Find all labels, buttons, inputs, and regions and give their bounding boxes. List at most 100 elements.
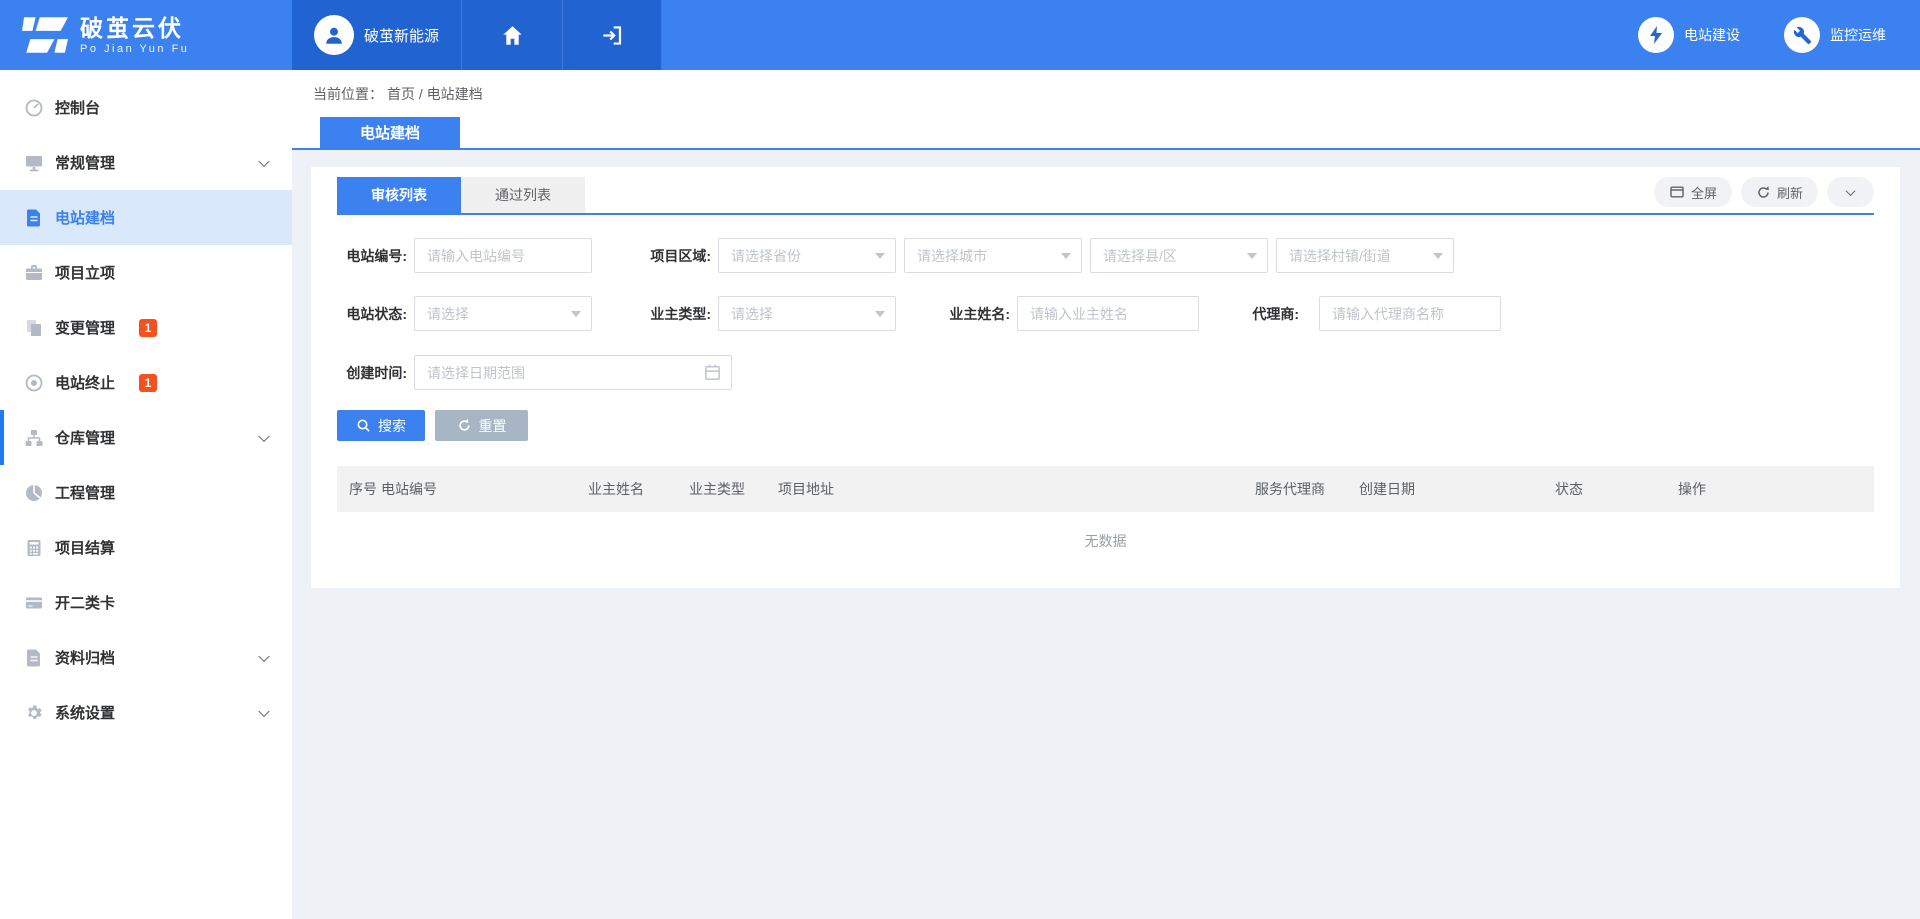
sidebar: 控制台 常规管理 电站建档 项目立项	[0, 70, 292, 919]
briefcase-icon	[24, 263, 44, 283]
chevron-down-icon	[258, 155, 269, 166]
col-station-no: 电站编号	[381, 479, 588, 499]
sign-in-button[interactable]	[563, 0, 662, 70]
col-address: 项目地址	[778, 479, 1255, 499]
station-no-input[interactable]	[414, 238, 592, 273]
col-owner-name: 业主姓名	[588, 479, 689, 499]
owner-type-select[interactable]: 请选择	[718, 296, 896, 331]
file-icon	[24, 648, 44, 668]
date-range-picker[interactable]	[414, 355, 732, 390]
chevron-down-icon	[258, 650, 269, 661]
user-avatar-icon	[314, 15, 354, 55]
sidebar-item-engineering-mgmt[interactable]: 工程管理	[0, 465, 292, 520]
province-select[interactable]: 请选择省份	[718, 238, 896, 273]
page-tab-station-archive[interactable]: 电站建档	[320, 117, 460, 148]
wrench-icon	[1784, 17, 1820, 53]
lightning-icon	[1638, 17, 1674, 53]
chevron-down-icon	[1846, 186, 1856, 196]
sidebar-item-station-archive[interactable]: 电站建档	[0, 190, 292, 245]
brand-logo: 破茧云伏 Po Jian Yun Fu	[0, 0, 292, 70]
credit-card-icon	[24, 593, 44, 613]
station-build-nav[interactable]: 电站建设	[1638, 17, 1740, 53]
district-select[interactable]: 请选择县/区	[1090, 238, 1268, 273]
caret-down-icon	[1061, 253, 1071, 259]
caret-down-icon	[875, 311, 885, 317]
station-status-label: 电站状态:	[337, 304, 407, 324]
content-card: 审核列表 通过列表 全屏 刷新	[311, 167, 1900, 588]
sidebar-item-data-archive[interactable]: 资料归档	[0, 630, 292, 685]
col-actions: 操作	[1678, 479, 1874, 499]
chevron-down-icon	[258, 705, 269, 716]
brand-title: 破茧云伏	[80, 15, 189, 41]
monitor-ops-nav[interactable]: 监控运维	[1784, 17, 1886, 53]
sidebar-item-warehouse-mgmt[interactable]: 仓库管理	[0, 410, 292, 465]
company-name: 破茧新能源	[364, 25, 439, 46]
collapse-button[interactable]	[1827, 177, 1874, 207]
tab-review-list[interactable]: 审核列表	[337, 177, 461, 213]
search-icon	[356, 418, 371, 433]
owner-name-label: 业主姓名:	[940, 304, 1010, 324]
brand-subtitle: Po Jian Yun Fu	[80, 43, 189, 55]
breadcrumb-path[interactable]: 首页 / 电站建档	[387, 84, 483, 104]
refresh-button[interactable]: 刷新	[1741, 177, 1818, 207]
station-termination-badge: 1	[139, 374, 157, 392]
sidebar-item-system-settings[interactable]: 系统设置	[0, 685, 292, 740]
card-tab-bar: 审核列表 通过列表 全屏 刷新	[337, 177, 1874, 215]
home-icon	[501, 24, 524, 47]
sign-in-icon	[601, 24, 624, 47]
date-range-input[interactable]	[414, 355, 732, 390]
topbar: 当前位置： 首页 / 电站建档 电站建档	[292, 70, 1920, 150]
agent-label: 代理商:	[1239, 304, 1299, 324]
sidebar-item-general-mgmt[interactable]: 常规管理	[0, 135, 292, 190]
reset-button[interactable]: 重置	[435, 410, 528, 441]
col-owner-type: 业主类型	[689, 479, 778, 499]
header-nav: 破茧新能源	[292, 0, 662, 70]
sidebar-item-change-mgmt[interactable]: 变更管理 1	[0, 300, 292, 355]
gear-icon	[24, 703, 44, 723]
main-area: 当前位置： 首页 / 电站建档 电站建档 审核列表 通过列表 全屏	[292, 70, 1920, 919]
sidebar-item-console[interactable]: 控制台	[0, 80, 292, 135]
calculator-icon	[24, 538, 44, 558]
monitor-icon	[24, 153, 44, 173]
col-agent: 服务代理商	[1255, 479, 1359, 499]
agent-input[interactable]	[1319, 296, 1501, 331]
caret-down-icon	[875, 253, 885, 259]
header-right-nav: 电站建设 监控运维	[1638, 0, 1920, 70]
create-time-label: 创建时间:	[337, 363, 407, 383]
search-button[interactable]: 搜索	[337, 410, 425, 441]
owner-name-input[interactable]	[1017, 296, 1199, 331]
refresh-icon	[1756, 185, 1771, 200]
town-select[interactable]: 请选择村镇/街道	[1276, 238, 1454, 273]
sitemap-icon	[24, 428, 44, 448]
col-create-date: 创建日期	[1359, 479, 1555, 499]
document-icon	[24, 208, 44, 228]
user-menu[interactable]: 破茧新能源	[292, 0, 462, 70]
caret-down-icon	[1247, 253, 1257, 259]
station-status-select[interactable]: 请选择	[414, 296, 592, 331]
home-button[interactable]	[462, 0, 563, 70]
sidebar-item-station-termination[interactable]: 电站终止 1	[0, 355, 292, 410]
chevron-down-icon	[258, 430, 269, 441]
station-no-label: 电站编号:	[337, 246, 407, 266]
dashboard-icon	[24, 98, 44, 118]
calendar-icon	[703, 363, 722, 382]
caret-down-icon	[571, 311, 581, 317]
pie-chart-icon	[24, 483, 44, 503]
fullscreen-button[interactable]: 全屏	[1654, 177, 1732, 207]
tab-passed-list[interactable]: 通过列表	[461, 177, 585, 213]
results-table: 序号 电站编号 业主姓名 业主类型 项目地址 服务代理商 创建日期 状态 操作 …	[337, 466, 1874, 570]
empty-state: 无数据	[337, 512, 1874, 570]
breadcrumb-prefix: 当前位置：	[313, 84, 383, 104]
table-header-row: 序号 电站编号 业主姓名 业主类型 项目地址 服务代理商 创建日期 状态 操作	[337, 466, 1874, 512]
breadcrumb: 当前位置： 首页 / 电站建档	[292, 70, 1920, 117]
owner-type-label: 业主类型:	[641, 304, 711, 324]
city-select[interactable]: 请选择城市	[904, 238, 1082, 273]
sidebar-item-project-settlement[interactable]: 项目结算	[0, 520, 292, 575]
circle-dot-icon	[24, 373, 44, 393]
reset-icon	[457, 418, 472, 433]
change-mgmt-badge: 1	[139, 319, 157, 337]
sidebar-item-project-initiation[interactable]: 项目立项	[0, 245, 292, 300]
sidebar-item-type2-card[interactable]: 开二类卡	[0, 575, 292, 630]
pages-icon	[24, 318, 44, 338]
caret-down-icon	[1433, 253, 1443, 259]
